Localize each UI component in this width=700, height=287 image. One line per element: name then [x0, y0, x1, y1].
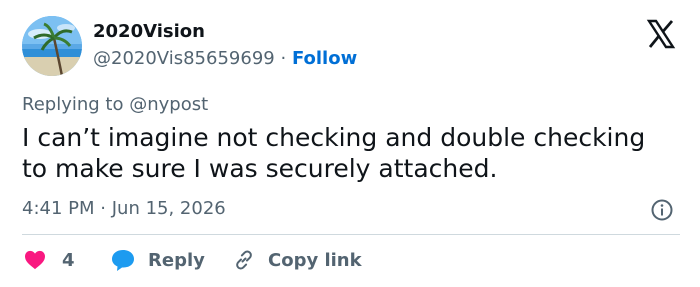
- divider: [22, 234, 680, 235]
- like-button[interactable]: 4: [24, 246, 75, 274]
- tweet-line: I can’t imagine not checking and double …: [22, 123, 646, 152]
- handle-row: @2020Vis85659699 · Follow: [93, 47, 357, 71]
- reply-button[interactable]: Reply: [110, 246, 205, 274]
- reply-prefix: Replying to: [22, 94, 124, 115]
- heart-icon: [25, 250, 45, 270]
- action-bar: 4 Reply Copy link: [22, 246, 682, 274]
- link-icon: [236, 250, 252, 270]
- x-logo-icon[interactable]: [645, 18, 677, 50]
- tweet-card: 2020Vision @2020Vis85659699 · Follow Rep…: [0, 0, 700, 287]
- info-icon[interactable]: [650, 198, 674, 222]
- reply-target-link[interactable]: @nypost: [129, 94, 208, 115]
- tweet-line: to make sure I was securely attached.: [22, 154, 498, 183]
- user-handle[interactable]: @2020Vis85659699: [93, 48, 275, 69]
- copy-link-label: Copy link: [268, 249, 362, 271]
- follow-button[interactable]: Follow: [292, 48, 357, 69]
- display-name[interactable]: 2020Vision: [93, 20, 205, 44]
- copy-link-button[interactable]: Copy link: [232, 246, 362, 274]
- speech-bubble-icon: [112, 250, 134, 271]
- tweet-date: Jun 15, 2026: [111, 198, 226, 219]
- tweet-text: I can’t imagine not checking and double …: [22, 122, 682, 184]
- reply-context: Replying to @nypost: [22, 94, 208, 116]
- tweet-time: 4:41 PM: [22, 198, 95, 219]
- avatar[interactable]: [22, 16, 82, 76]
- meta-separator: ·: [100, 198, 106, 219]
- tweet-timestamp[interactable]: 4:41 PM · Jun 15, 2026: [22, 197, 226, 221]
- handle-separator: ·: [280, 48, 287, 69]
- reply-label: Reply: [148, 249, 205, 271]
- like-count: 4: [62, 249, 75, 271]
